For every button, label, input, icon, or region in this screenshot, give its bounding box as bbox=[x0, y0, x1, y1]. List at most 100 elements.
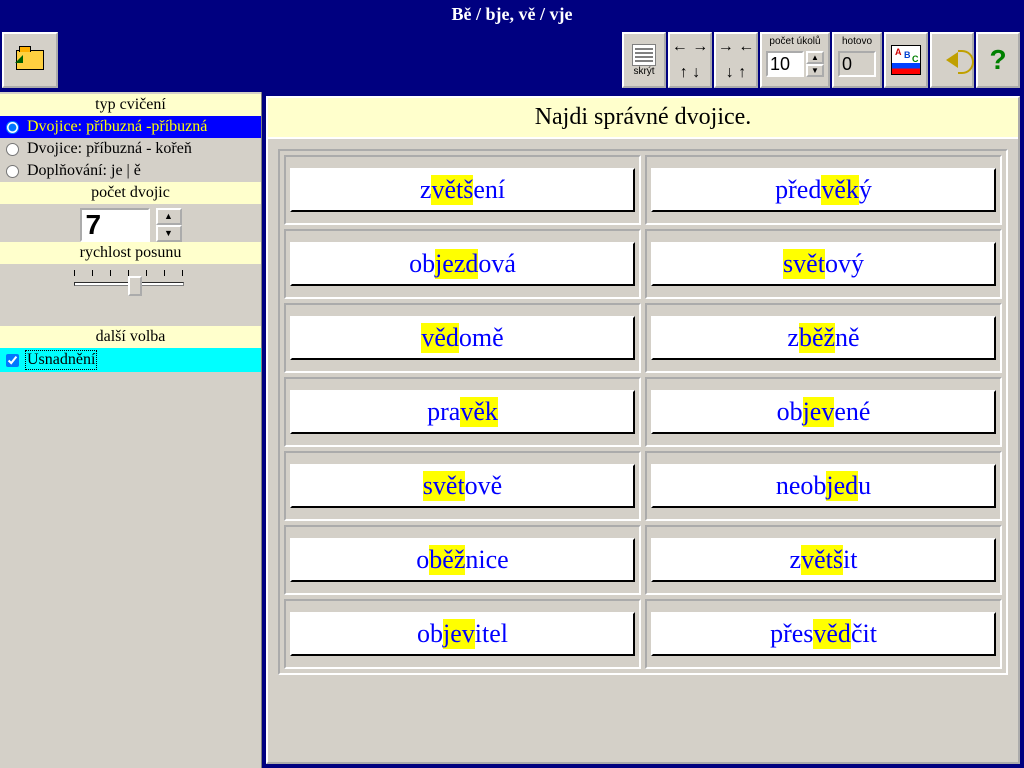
speed-slider[interactable] bbox=[0, 264, 261, 306]
usnadneni-checkbox[interactable] bbox=[6, 354, 19, 367]
card-highlight: svět bbox=[783, 249, 825, 279]
word-card[interactable]: světově bbox=[290, 464, 635, 508]
radio-doplnovani[interactable]: Doplňování: je | ě bbox=[0, 160, 261, 182]
abc-button[interactable]: ABC bbox=[884, 32, 928, 88]
word-card[interactable]: zběžně bbox=[651, 316, 996, 360]
card-highlight: jev bbox=[443, 619, 475, 649]
card-cell: přesvědčit bbox=[645, 599, 1002, 669]
card-highlight: jezd bbox=[435, 249, 478, 279]
word-card[interactable]: objevitel bbox=[290, 612, 635, 656]
speaker-icon bbox=[946, 52, 958, 68]
hide-button-label: skrýt bbox=[633, 66, 654, 77]
card-suffix: čit bbox=[851, 619, 877, 649]
word-card[interactable]: pravěk bbox=[290, 390, 635, 434]
main-area: Najdi správné dvojice. zvětšenípředvěkýo… bbox=[262, 92, 1024, 768]
card-prefix: neob bbox=[776, 471, 827, 501]
pair-count-down[interactable]: ▼ bbox=[156, 225, 182, 242]
word-card[interactable]: objevené bbox=[651, 390, 996, 434]
card-cell: zběžně bbox=[645, 303, 1002, 373]
exercise-type-header: typ cvičení bbox=[0, 94, 261, 116]
card-highlight: věd bbox=[813, 619, 851, 649]
card-cell: předvěký bbox=[645, 155, 1002, 225]
radio-label-3: Doplňování: je | ě bbox=[27, 162, 141, 180]
card-cell: světový bbox=[645, 229, 1002, 299]
card-suffix: nice bbox=[465, 545, 508, 575]
card-suffix: ý bbox=[859, 175, 872, 205]
radio-dvojice-pribuzna-koren[interactable]: Dvojice: příbuzná - kořeň bbox=[0, 138, 261, 160]
task-count-input[interactable] bbox=[766, 51, 804, 77]
arrows-inward-icon: → ← ↓ ↑ bbox=[718, 35, 754, 85]
card-suffix: ně bbox=[835, 323, 860, 353]
card-highlight: větš bbox=[801, 545, 843, 575]
task-count-label: počet úkolů bbox=[766, 36, 824, 47]
word-card[interactable]: vědomě bbox=[290, 316, 635, 360]
card-suffix: it bbox=[843, 545, 857, 575]
speed-header: rychlost posunu bbox=[0, 242, 261, 264]
arrows-1-button[interactable]: ← → ↑ ↓ bbox=[668, 32, 712, 88]
word-card[interactable]: oběžnice bbox=[290, 538, 635, 582]
card-highlight: větš bbox=[431, 175, 473, 205]
done-label: hotovo bbox=[838, 36, 876, 47]
more-options-header: další volba bbox=[0, 326, 261, 348]
task-count-down[interactable]: ▼ bbox=[806, 64, 824, 77]
radio-input-2[interactable] bbox=[6, 143, 19, 156]
card-prefix: ob bbox=[417, 619, 443, 649]
back-folder-button[interactable] bbox=[2, 32, 58, 88]
card-suffix: ová bbox=[478, 249, 516, 279]
radio-label-2: Dvojice: příbuzná - kořeň bbox=[27, 140, 192, 158]
card-cell: zvětšení bbox=[284, 155, 641, 225]
card-suffix: ení bbox=[473, 175, 505, 205]
done-output bbox=[838, 51, 876, 77]
word-card[interactable]: neobjedu bbox=[651, 464, 996, 508]
word-card[interactable]: světový bbox=[651, 242, 996, 286]
card-cell: objevitel bbox=[284, 599, 641, 669]
card-prefix: o bbox=[416, 545, 429, 575]
card-cell: světově bbox=[284, 451, 641, 521]
card-suffix: omě bbox=[459, 323, 504, 353]
done-group: hotovo bbox=[832, 32, 882, 88]
word-card[interactable]: zvětšit bbox=[651, 538, 996, 582]
word-card[interactable]: zvětšení bbox=[290, 168, 635, 212]
card-highlight: jed bbox=[826, 471, 858, 501]
slider-thumb[interactable] bbox=[128, 276, 142, 296]
exercise-panel: Najdi správné dvojice. zvětšenípředvěkýo… bbox=[266, 96, 1020, 764]
card-cell: oběžnice bbox=[284, 525, 641, 595]
card-cell: neobjedu bbox=[645, 451, 1002, 521]
word-card[interactable]: přesvědčit bbox=[651, 612, 996, 656]
card-cell: pravěk bbox=[284, 377, 641, 447]
card-cell: objezdová bbox=[284, 229, 641, 299]
word-card[interactable]: předvěký bbox=[651, 168, 996, 212]
usnadneni-label: Usnadnění bbox=[25, 350, 97, 370]
radio-input-1[interactable] bbox=[6, 121, 19, 134]
arrows-horiz-vert-icon: ← → ↑ ↓ bbox=[672, 35, 708, 85]
card-prefix: z bbox=[787, 323, 799, 353]
word-card[interactable]: objezdová bbox=[290, 242, 635, 286]
sound-button[interactable] bbox=[930, 32, 974, 88]
arrows-2-button[interactable]: → ← ↓ ↑ bbox=[714, 32, 758, 88]
sidebar: typ cvičení Dvojice: příbuzná -příbuzná … bbox=[0, 92, 262, 768]
help-button[interactable]: ? bbox=[976, 32, 1020, 88]
pair-count-input[interactable] bbox=[80, 208, 150, 242]
radio-dvojice-pribuzna-pribuzna[interactable]: Dvojice: příbuzná -příbuzná bbox=[0, 116, 261, 138]
card-prefix: pra bbox=[427, 397, 460, 427]
task-count-up[interactable]: ▲ bbox=[806, 51, 824, 64]
card-suffix: ový bbox=[825, 249, 864, 279]
card-cell: vědomě bbox=[284, 303, 641, 373]
card-cell: objevené bbox=[645, 377, 1002, 447]
card-highlight: věd bbox=[421, 323, 459, 353]
card-prefix: ob bbox=[409, 249, 435, 279]
card-prefix: z bbox=[420, 175, 432, 205]
card-highlight: běž bbox=[429, 545, 465, 575]
help-icon: ? bbox=[989, 44, 1006, 76]
card-highlight: jev bbox=[803, 397, 835, 427]
card-highlight: věk bbox=[460, 397, 498, 427]
radio-input-3[interactable] bbox=[6, 165, 19, 178]
radio-label-1: Dvojice: příbuzná -příbuzná bbox=[27, 118, 207, 136]
folder-up-icon bbox=[16, 50, 44, 70]
usnadneni-checkbox-row[interactable]: Usnadnění bbox=[0, 348, 261, 372]
card-grid: zvětšenípředvěkýobjezdovásvětovývědomězb… bbox=[278, 149, 1008, 675]
card-suffix: u bbox=[858, 471, 871, 501]
pair-count-up[interactable]: ▲ bbox=[156, 208, 182, 225]
card-highlight: běž bbox=[799, 323, 835, 353]
hide-button[interactable]: skrýt bbox=[622, 32, 666, 88]
